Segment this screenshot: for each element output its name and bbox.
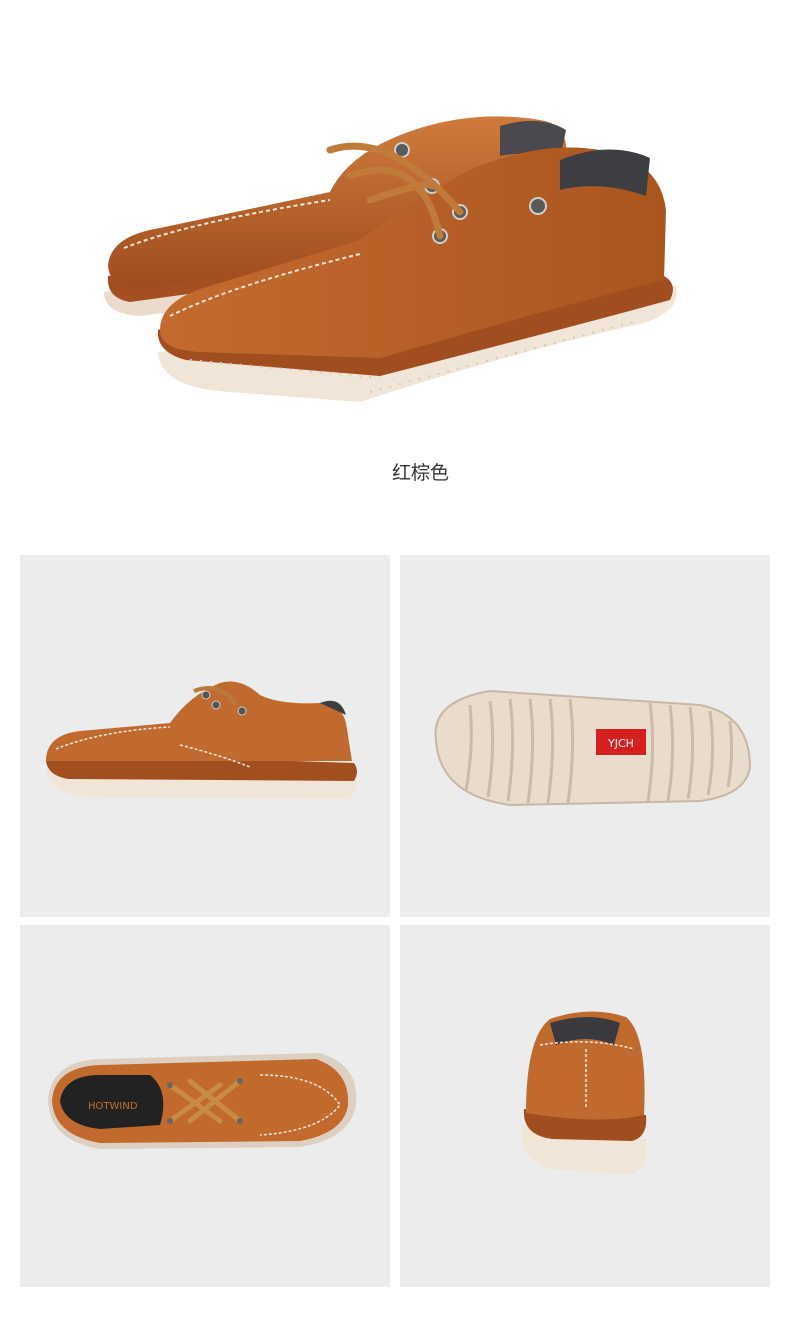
shoe-pair-illustration [104, 116, 677, 402]
back-view-panel [400, 925, 770, 1287]
outsole-view-panel: YJCH [400, 555, 770, 917]
side-view-shoe-illustration [46, 681, 358, 799]
outsole-logo-text: YJCH [607, 737, 634, 750]
top-view-panel: HOTWIND [20, 925, 390, 1287]
back-view-shoe-illustration [521, 1011, 647, 1175]
insole-logo-text: HOTWIND [88, 1101, 138, 1112]
color-name: 红棕色 [392, 462, 450, 484]
top-view-shoe-illustration: HOTWIND [48, 1053, 357, 1149]
hero-product-image [0, 0, 790, 440]
side-view-panel [20, 555, 390, 917]
outsole-illustration: YJCH [434, 689, 752, 807]
